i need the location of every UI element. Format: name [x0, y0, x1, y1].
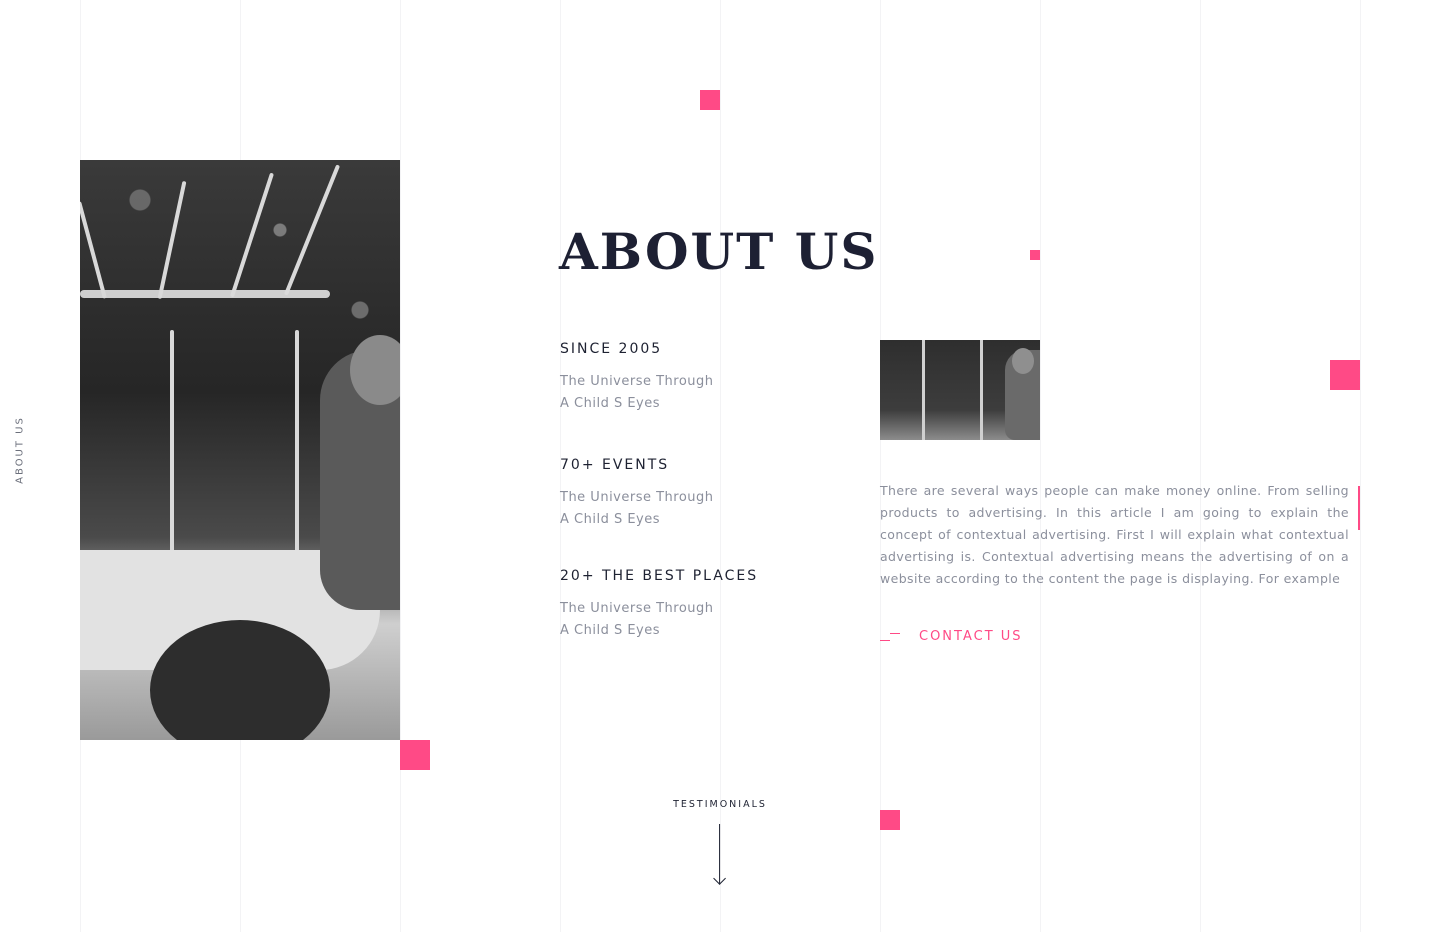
arrow-down-icon — [713, 824, 727, 886]
grid-line — [720, 0, 721, 932]
stat-line: The Universe Through — [560, 374, 714, 389]
decor-square — [400, 740, 430, 770]
grid-line — [880, 0, 881, 932]
accent-bar — [1358, 486, 1360, 530]
stat-description: The Universe Through A Child S Eyes — [560, 371, 714, 415]
stat-description: The Universe Through A Child S Eyes — [560, 487, 714, 531]
stat-places: 20+ THE BEST PLACES The Universe Through… — [560, 568, 758, 642]
grid-line — [1200, 0, 1201, 932]
hero-photo — [80, 160, 400, 740]
stat-heading: SINCE 2005 — [560, 341, 663, 357]
contact-us-label: CONTACT US — [919, 628, 1023, 644]
stat-heading: 70+ EVENTS — [560, 457, 670, 473]
grid-line — [1040, 0, 1041, 932]
decor-square — [880, 810, 900, 830]
decor-square — [1030, 250, 1040, 260]
contact-us-link[interactable]: CONTACT US — [880, 626, 1023, 646]
stat-line: A Child S Eyes — [560, 623, 661, 638]
side-section-label: ABOUT US — [14, 416, 26, 484]
stat-since: SINCE 2005 The Universe Through A Child … — [560, 341, 714, 415]
about-paragraph: There are several ways people can make m… — [880, 483, 1349, 586]
stat-heading: 20+ THE BEST PLACES — [560, 568, 759, 584]
thumbnail-photo — [880, 340, 1040, 440]
stat-line: A Child S Eyes — [560, 396, 661, 411]
stat-line: A Child S Eyes — [560, 512, 661, 527]
stat-events: 70+ EVENTS The Universe Through A Child … — [560, 457, 714, 531]
stat-line: The Universe Through — [560, 601, 714, 616]
grid-line — [1360, 0, 1361, 932]
stat-description: The Universe Through A Child S Eyes — [560, 598, 758, 642]
dash-lines-icon — [880, 629, 902, 643]
testimonials-scroll-link[interactable]: TESTIMONIALS — [673, 799, 767, 886]
decor-square — [1330, 360, 1360, 390]
stat-line: The Universe Through — [560, 490, 714, 505]
grid-line — [400, 0, 401, 932]
decor-square — [700, 90, 720, 110]
page-title: ABOUT US — [559, 222, 879, 281]
testimonials-label: TESTIMONIALS — [673, 799, 767, 810]
